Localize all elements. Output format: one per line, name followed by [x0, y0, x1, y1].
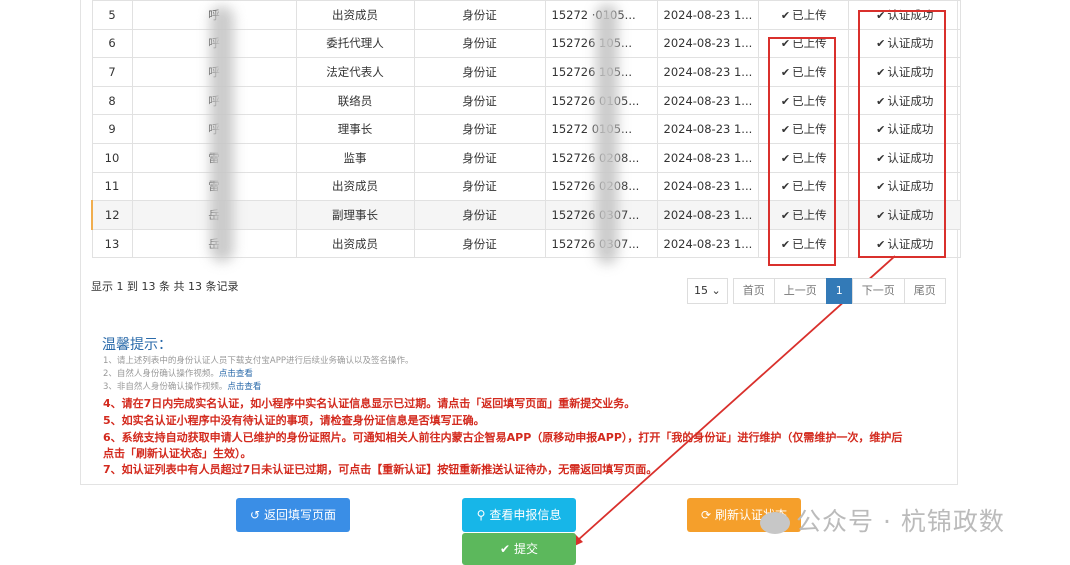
back-button[interactable]: ↺ 返回填写页面 [236, 498, 350, 532]
pagination-info: 显示 1 到 13 条 共 13 条记录 [91, 280, 239, 293]
tip-2-link[interactable]: 点击查看 [219, 369, 253, 379]
check-icon: ✔ [499, 542, 511, 556]
chevron-down-icon: ⌄ [711, 284, 721, 297]
page-size-select[interactable]: 15 ⌄ [687, 278, 728, 304]
tip-3-link[interactable]: 点击查看 [227, 382, 261, 392]
page-current-button[interactable]: 1 [825, 278, 853, 304]
page-first-button[interactable]: 首页 [732, 278, 775, 304]
view-info-button[interactable]: ⚲ 查看申报信息 [462, 498, 576, 532]
tip-6a: 6、系统支持自动获取申请人已维护的身份证照片。可通知相关人前往内蒙古企智易APP… [103, 431, 903, 444]
wechat-icon [760, 512, 790, 534]
tip-6b: 点击「刷新认证状态」生效）。 [103, 447, 252, 460]
page-prev-button[interactable]: 上一页 [773, 278, 827, 304]
tip-5: 5、如实名认证小程序中没有待认证的事项，请检查身份证信息是否填写正确。 [103, 414, 485, 427]
tip-4: 4、请在7日内完成实名认证，如小程序中实名认证信息显示已过期。请点击「返回填写页… [103, 397, 636, 410]
tip-7: 7、如认证列表中有人员超过7日未认证已过期，可点击【重新认证】按钮重新推送认证待… [103, 463, 658, 476]
tips-title: 温馨提示： [102, 337, 172, 353]
undo-icon: ↺ [249, 508, 261, 522]
submit-button[interactable]: ✔ 提交 [462, 533, 576, 565]
refresh-icon: ⟳ [700, 508, 712, 522]
tip-2: 2、自然人身份确认操作视频。点击查看 [103, 369, 253, 379]
tip-3: 3、非自然人身份确认操作视频。点击查看 [103, 382, 262, 392]
page-next-button[interactable]: 下一页 [851, 278, 905, 304]
watermark: 公众号 · 杭锦政数 [760, 502, 1005, 538]
pagination: 15 ⌄ 首页 上一页 1 下一页 尾页 [687, 278, 946, 304]
page-last-button[interactable]: 尾页 [903, 278, 946, 304]
tip-1: 1、请上述列表中的身份认证人员下载支付宝APP进行后续业务确认以及签名操作。 [103, 356, 414, 366]
search-icon: ⚲ [476, 508, 486, 522]
